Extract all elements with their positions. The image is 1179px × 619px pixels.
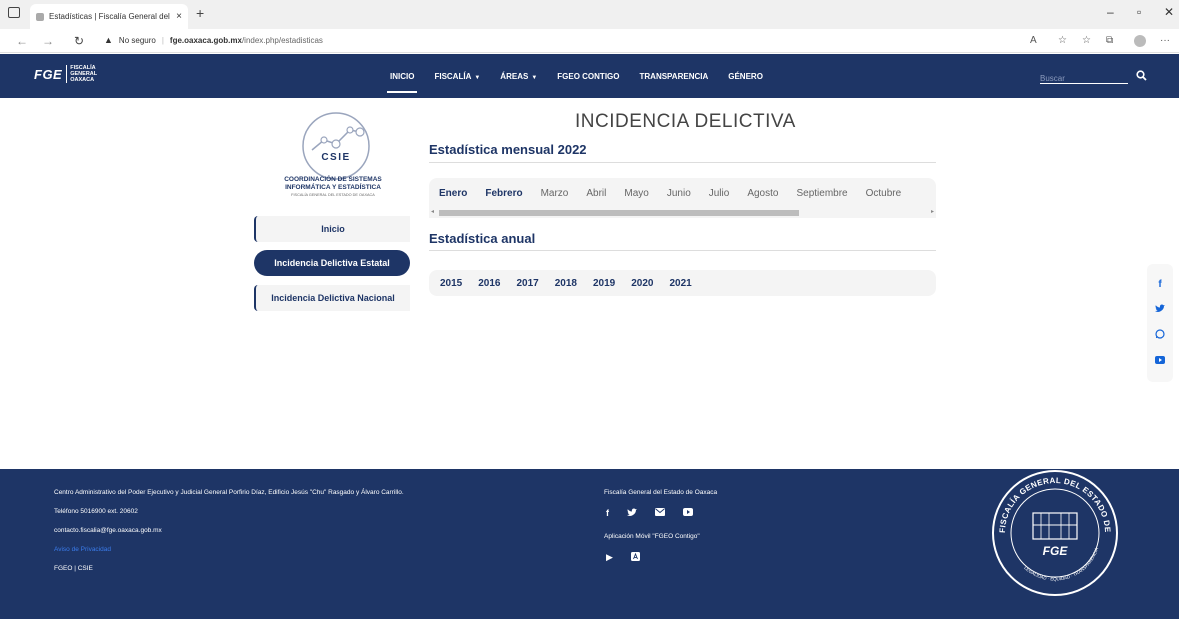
logo-text: FISCALÍA GENERAL OAXACA — [66, 65, 97, 83]
section-divider — [429, 250, 936, 251]
google-play-icon[interactable]: ▶ — [606, 552, 613, 563]
tab-year-2021[interactable]: 2021 — [670, 278, 692, 289]
csie-logo-text: CSIE — [321, 152, 350, 163]
address-bar: ← → ↻ ▲ No seguro | fge.oaxaca.gob.mx/in… — [0, 29, 1179, 53]
tab-year-2020[interactable]: 2020 — [631, 278, 653, 289]
collections-icon[interactable]: ⧉ — [1106, 35, 1113, 46]
tab-year-2017[interactable]: 2017 — [517, 278, 539, 289]
tab-year-2019[interactable]: 2019 — [593, 278, 615, 289]
close-window-icon[interactable]: ✕ — [1164, 5, 1174, 19]
whatsapp-icon[interactable] — [1155, 329, 1165, 342]
caret-down-icon: ▼ — [474, 74, 481, 81]
more-icon[interactable]: ··· — [1160, 35, 1170, 46]
footer-facebook-icon[interactable]: f — [606, 508, 609, 519]
caret-down-icon: ▼ — [531, 74, 538, 81]
nav-fgeo-contigo[interactable]: FGEO CONTIGO — [557, 68, 619, 85]
tab-title: Estadísticas | Fiscalía General del — [49, 12, 170, 21]
nav-fiscalia[interactable]: FISCALÍA ▼ — [434, 68, 480, 85]
tab-month-julio[interactable]: Julio — [709, 188, 730, 199]
search-input[interactable] — [1040, 74, 1120, 83]
favorite-icon[interactable]: ☆ — [1058, 35, 1067, 46]
url-host: fge.oaxaca.gob.mx — [169, 35, 242, 45]
footer-org: Fiscalía General del Estado de Oaxaca — [604, 489, 718, 496]
tab-year-2018[interactable]: 2018 — [555, 278, 577, 289]
tab-close-icon[interactable]: × — [176, 11, 182, 22]
restore-icon[interactable]: ▫ — [1137, 5, 1141, 19]
footer-social: Fiscalía General del Estado de Oaxaca f … — [604, 489, 717, 563]
nav-inicio[interactable]: INICIO — [386, 68, 418, 93]
logo-mark: FGE — [34, 66, 63, 82]
social-floating-bar: f — [1147, 264, 1173, 382]
svg-text:FGE: FGE — [1043, 544, 1069, 558]
browser-tab[interactable]: Estadísticas | Fiscalía General del × — [30, 4, 188, 29]
youtube-icon[interactable] — [1155, 356, 1165, 367]
scroll-right-icon[interactable]: ▸ — [931, 208, 934, 215]
warning-icon: ▲ — [104, 35, 113, 45]
sidebar-item-inicio[interactable]: Inicio — [254, 216, 410, 242]
tab-actions-icon[interactable] — [8, 7, 20, 18]
footer-contact: Centro Administrativo del Poder Ejecutiv… — [54, 489, 404, 584]
facebook-icon[interactable]: f — [1158, 279, 1161, 290]
search-box — [1040, 68, 1128, 84]
search-icon[interactable] — [1136, 70, 1147, 84]
tab-month-marzo[interactable]: Marzo — [541, 188, 569, 199]
tab-month-abril[interactable]: Abril — [586, 188, 606, 199]
footer-phone: Teléfono 5016900 ext. 20602 — [54, 508, 138, 515]
footer-app-text: Aplicación Móvil "FGEO Contigo" — [604, 533, 700, 540]
csie-title: COORDINACIÓN DE SISTEMAS INFORMÁTICA Y E… — [284, 176, 382, 197]
page-title: INCIDENCIA DELICTIVA — [575, 111, 796, 132]
nav-areas[interactable]: ÁREAS ▼ — [500, 68, 537, 85]
back-icon[interactable]: ← — [16, 34, 28, 48]
footer-email[interactable]: contacto.fiscalia@fge.oaxaca.gob.mx — [54, 527, 404, 534]
tab-year-2015[interactable]: 2015 — [440, 278, 462, 289]
footer-links[interactable]: FGEO | CSIE — [54, 565, 404, 572]
monthly-section-title: Estadística mensual 2022 — [429, 142, 587, 157]
sidebar-item-incidencia-estatal[interactable]: Incidencia Delictiva Estatal — [254, 250, 410, 276]
footer-mail-icon[interactable] — [655, 508, 665, 519]
footer-twitter-icon[interactable] — [627, 508, 637, 519]
url-field[interactable]: ▲ No seguro | fge.oaxaca.gob.mx/index.ph… — [104, 35, 323, 45]
csie-logo-icon: CSIE — [302, 112, 370, 180]
tab-month-septiembre[interactable]: Septiembre — [796, 188, 847, 199]
site-header: FGE FISCALÍA GENERAL OAXACA INICIO FISCA… — [0, 54, 1179, 98]
tab-month-octubre[interactable]: Octubre — [866, 188, 902, 199]
minimize-icon[interactable]: – — [1107, 5, 1114, 19]
read-aloud-icon[interactable]: A — [1030, 35, 1037, 46]
annual-section-title: Estadística anual — [429, 231, 536, 246]
months-tabs: Enero Febrero Marzo Abril Mayo Junio Jul… — [429, 178, 936, 208]
url-path: /index.php/estadisticas — [241, 35, 323, 45]
tab-year-2016[interactable]: 2016 — [478, 278, 500, 289]
twitter-icon[interactable] — [1155, 304, 1165, 316]
nav-transparencia[interactable]: TRANSPARENCIA — [640, 68, 709, 85]
profile-avatar[interactable] — [1134, 35, 1146, 47]
url-warning: No seguro — [118, 35, 156, 45]
forward-icon[interactable]: → — [42, 34, 54, 48]
url-separator: | — [161, 35, 164, 45]
scrollbar-thumb[interactable] — [439, 210, 799, 216]
tab-month-junio[interactable]: Junio — [667, 188, 691, 199]
months-scrollbar[interactable]: ◂ ▸ — [429, 208, 936, 218]
favorites-list-icon[interactable]: ☆ — [1082, 35, 1091, 46]
main-nav: INICIO FISCALÍA ▼ ÁREAS ▼ FGEO CONTIGO TRA… — [386, 54, 763, 98]
browser-tabbar: Estadísticas | Fiscalía General del × + … — [0, 0, 1179, 29]
scroll-left-icon[interactable]: ◂ — [431, 208, 434, 215]
nav-genero[interactable]: GÉNERO — [728, 68, 763, 85]
fgeo-logo[interactable]: FGE FISCALÍA GENERAL OAXACA — [34, 65, 97, 83]
footer-address: Centro Administrativo del Poder Ejecutiv… — [54, 489, 404, 496]
favicon-icon — [36, 12, 44, 21]
years-tabs: 2015 2016 2017 2018 2019 2020 2021 — [429, 270, 936, 296]
tab-month-mayo[interactable]: Mayo — [624, 188, 648, 199]
privacy-link[interactable]: Aviso de Privacidad — [54, 546, 404, 553]
tab-month-febrero[interactable]: Febrero — [485, 188, 522, 199]
refresh-icon[interactable]: ↻ — [74, 34, 84, 48]
section-divider — [429, 162, 936, 163]
app-store-icon[interactable] — [630, 552, 640, 563]
footer-youtube-icon[interactable] — [683, 508, 693, 519]
new-tab-button[interactable]: + — [196, 5, 204, 21]
fgeo-seal-icon: FISCALÍA GENERAL DEL ESTADO DE OAXACA LE… — [985, 463, 1118, 596]
tab-month-enero[interactable]: Enero — [439, 188, 467, 199]
sidebar-item-incidencia-nacional[interactable]: Incidencia Delictiva Nacional — [254, 285, 410, 311]
tab-month-agosto[interactable]: Agosto — [747, 188, 778, 199]
